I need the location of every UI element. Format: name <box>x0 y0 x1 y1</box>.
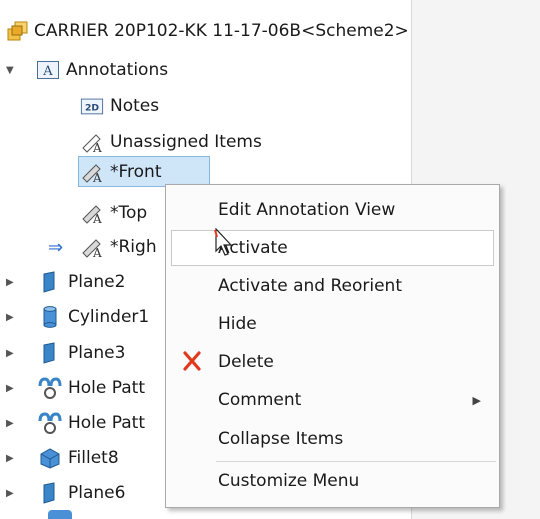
tree-item-unassigned[interactable]: A Unassigned Items <box>80 127 262 157</box>
delete-x-icon <box>182 350 202 377</box>
tree-root-item[interactable]: CARRIER 20P102-KK 11-17-06B<Scheme2> <box>6 16 409 46</box>
tree-item-label: Plane2 <box>68 272 126 292</box>
tree-item-label: Plane3 <box>68 343 126 363</box>
tree-root-label: CARRIER 20P102-KK 11-17-06B<Scheme2> <box>34 21 409 41</box>
menu-separator <box>216 461 496 462</box>
menu-item-hide[interactable]: Hide <box>166 306 499 342</box>
menu-item-label: Customize Menu <box>218 471 360 491</box>
notes-2d-icon: 2D <box>80 94 104 118</box>
expand-caret-icon[interactable]: ▶ <box>6 312 22 323</box>
hole-pattern-icon <box>38 376 62 400</box>
tree-item-front[interactable]: A *Front <box>80 157 162 187</box>
tree-item-feature[interactable]: ▶ Hole Patt <box>6 408 145 438</box>
submenu-arrow-icon: ▶ <box>472 393 481 407</box>
menu-item-customize-menu[interactable]: Customize Menu <box>166 463 499 499</box>
expand-caret-icon[interactable]: ▶ <box>6 348 22 359</box>
partial-feature-icon <box>48 510 72 519</box>
tree-item-feature[interactable]: ▶ Fillet8 <box>6 443 119 473</box>
expand-caret-icon[interactable]: ▶ <box>6 383 22 394</box>
svg-text:2D: 2D <box>85 103 99 114</box>
tree-item-label: *Front <box>110 162 162 182</box>
menu-item-label: Delete <box>218 352 274 372</box>
tree-item-notes[interactable]: 2D Notes <box>80 91 159 121</box>
expand-caret-icon[interactable]: ▶ <box>6 488 22 499</box>
tree-item-label: Unassigned Items <box>110 132 262 152</box>
tree-item-label: Plane6 <box>68 483 126 503</box>
tree-item-top[interactable]: A *Top <box>80 198 147 228</box>
plane-icon <box>38 481 62 505</box>
mouse-pointer-icon <box>214 227 234 263</box>
menu-item-activate-reorient[interactable]: Activate and Reorient <box>166 268 499 304</box>
tree-item-label: Notes <box>110 96 160 116</box>
annotation-view-icon: A <box>80 130 104 154</box>
tree-item-feature[interactable]: ▶ Plane2 <box>6 267 125 297</box>
plane-icon <box>38 270 62 294</box>
expand-caret-icon[interactable]: ▶ <box>6 418 22 429</box>
tree-item-label: Hole Patt <box>68 413 146 433</box>
annotation-view-icon: A <box>80 235 104 259</box>
annotation-view-icon: A <box>80 160 104 184</box>
active-arrow-icon: ⇒ <box>48 236 64 258</box>
menu-item-label: Edit Annotation View <box>218 200 396 220</box>
tree-item-label: Hole Patt <box>68 378 146 398</box>
svg-text:A: A <box>92 141 102 154</box>
collapse-caret-icon[interactable]: ▼ <box>6 65 22 76</box>
assembly-icon <box>6 19 30 43</box>
menu-item-label: Activate and Reorient <box>218 276 402 296</box>
tree-item-feature[interactable]: ▶ Hole Patt <box>6 373 145 403</box>
tree-item-feature[interactable]: ▶ Plane6 <box>6 478 125 508</box>
menu-item-label: Hide <box>218 314 257 334</box>
tree-item-label: Fillet8 <box>68 448 119 468</box>
annotations-icon: A <box>36 58 60 82</box>
menu-item-comment[interactable]: Comment ▶ <box>166 382 499 418</box>
tree-item-feature[interactable]: ▶ Plane3 <box>6 338 125 368</box>
menu-item-edit-annotation-view[interactable]: Edit Annotation View <box>166 192 499 228</box>
hole-pattern-icon <box>38 411 62 435</box>
menu-item-label: Collapse Items <box>218 429 344 449</box>
tree-item-annotations[interactable]: ▼ A Annotations <box>6 55 168 85</box>
tree-item-label: Annotations <box>66 60 169 80</box>
menu-item-label: Comment <box>218 390 302 410</box>
annotation-view-icon: A <box>80 201 104 225</box>
tree-item-label: *Righ <box>110 237 157 257</box>
svg-text:A: A <box>92 212 102 225</box>
cylinder-icon <box>38 305 62 329</box>
fillet-icon <box>38 446 62 470</box>
svg-text:A: A <box>92 246 102 259</box>
svg-text:A: A <box>92 171 102 184</box>
tree-item-label: Cylinder1 <box>68 307 150 327</box>
expand-caret-icon[interactable]: ▶ <box>6 453 22 464</box>
tree-item-feature[interactable]: ▶ Cylinder1 <box>6 302 149 332</box>
svg-text:A: A <box>42 64 53 79</box>
plane-icon <box>38 341 62 365</box>
menu-item-collapse-items[interactable]: Collapse Items <box>166 421 499 457</box>
tree-item-label: *Top <box>110 203 148 223</box>
tree-item-right[interactable]: ⇒ A *Righ <box>48 232 157 262</box>
menu-item-delete[interactable]: Delete <box>166 344 499 380</box>
expand-caret-icon[interactable]: ▶ <box>6 277 22 288</box>
